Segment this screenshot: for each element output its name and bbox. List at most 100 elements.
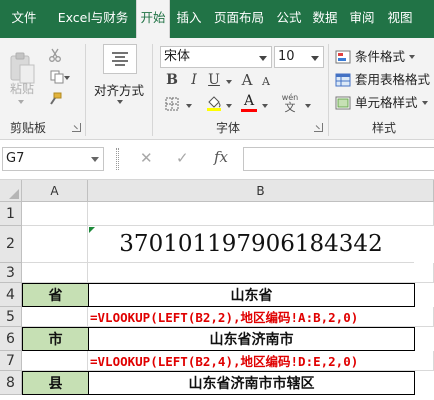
cell-a5[interactable] [22, 307, 88, 327]
tab-data[interactable]: 数据 [308, 0, 342, 38]
chevron-down-icon [91, 157, 99, 162]
cell-b5-province-formula[interactable]: =VLOOKUP(LEFT(B2,2),地区编码!A:B,2,0) [88, 307, 434, 327]
ribbon-tab-bar: 文件 Excel与财务 开始 插入 页面布局 公式 数据 审阅 视图 [0, 0, 434, 38]
column-header-a[interactable]: A [22, 180, 88, 202]
font-color-button[interactable]: A [240, 93, 258, 113]
font-color-swatch [241, 109, 257, 112]
alignment-button[interactable] [103, 44, 137, 74]
font-color-letter: A [243, 93, 255, 109]
font-size-value: 10 [278, 49, 295, 64]
tab-excel-finance[interactable]: Excel与财务 [52, 0, 134, 38]
row-header-5[interactable]: 5 [0, 307, 22, 327]
styles-group-label: 样式 [372, 121, 397, 135]
row-header-3[interactable]: 3 [0, 263, 22, 283]
italic-button[interactable]: I [185, 71, 203, 89]
cell-b1[interactable] [88, 202, 434, 226]
font-name-select[interactable]: 宋体 [160, 46, 272, 68]
alignment-dropdown-caret[interactable] [117, 100, 123, 104]
tab-view[interactable]: 视图 [382, 0, 418, 38]
row-header-2[interactable]: 2 [0, 226, 22, 263]
paste-label: 粘贴 [10, 82, 35, 96]
format-painter-icon [50, 92, 62, 105]
formula-bar-splitter[interactable] [116, 148, 119, 170]
name-box-value: G7 [6, 151, 25, 166]
group-divider [85, 44, 86, 136]
select-all-button[interactable] [0, 180, 22, 202]
cut-button[interactable] [44, 46, 66, 64]
cell-a4-province-label[interactable]: 省 [22, 283, 89, 307]
error-indicator-icon [89, 227, 95, 233]
bold-button[interactable]: B [163, 71, 181, 89]
cell-a2[interactable] [22, 226, 88, 263]
row-header-7[interactable]: 7 [0, 351, 22, 371]
formula-input[interactable] [243, 147, 434, 171]
tab-review[interactable]: 审阅 [344, 0, 380, 38]
borders-dropdown-caret[interactable] [186, 104, 192, 108]
chevron-down-icon [259, 56, 267, 61]
copy-button[interactable] [44, 68, 70, 86]
fill-color-button[interactable] [205, 93, 223, 113]
group-divider [152, 44, 153, 136]
chevron-down-icon [421, 101, 428, 105]
table-format-icon [335, 73, 351, 87]
paste-dropdown-caret[interactable] [18, 100, 24, 104]
column-header-b[interactable]: B [88, 180, 434, 202]
borders-icon [165, 97, 179, 111]
paint-bucket-icon [207, 96, 221, 111]
cell-a3[interactable] [22, 263, 88, 283]
format-as-table-button[interactable]: 套用表格格式 [333, 69, 430, 91]
conditional-format-icon [335, 50, 351, 64]
font-color-dropdown-caret[interactable] [262, 104, 268, 108]
tab-home[interactable]: 开始 [136, 0, 170, 38]
cell-b3[interactable] [88, 263, 434, 283]
cell-a7[interactable] [22, 351, 88, 371]
cancel-icon[interactable]: ✕ [140, 149, 153, 167]
tab-file[interactable]: 文件 [4, 0, 44, 38]
tab-formulas[interactable]: 公式 [272, 0, 306, 38]
cell-b8-county-value[interactable]: 山东省济南市市辖区 [88, 371, 415, 395]
fill-color-dropdown-caret[interactable] [226, 104, 232, 108]
row-header-6[interactable]: 6 [0, 327, 22, 351]
cell-a6-city-label[interactable]: 市 [22, 327, 89, 351]
cell-b4-province-value[interactable]: 山东省 [88, 283, 415, 307]
conditional-format-button[interactable]: 条件格式 [333, 46, 416, 68]
font-size-select[interactable]: 10 [274, 46, 324, 68]
cell-a1[interactable] [22, 202, 88, 226]
underline-dropdown-caret[interactable] [226, 80, 232, 84]
format-painter-button[interactable] [44, 90, 66, 108]
phonetic-dropdown-caret[interactable] [305, 104, 311, 108]
chevron-down-icon [311, 56, 319, 61]
decrease-font-size-button[interactable]: A [258, 73, 274, 89]
group-divider [328, 44, 329, 136]
row-header-1[interactable]: 1 [0, 202, 22, 226]
row-header-8[interactable]: 8 [0, 371, 22, 395]
tab-page-layout[interactable]: 页面布局 [208, 0, 270, 38]
tab-insert[interactable]: 插入 [172, 0, 206, 38]
copy-icon [50, 70, 64, 84]
conditional-format-label: 条件格式 [355, 49, 406, 64]
scissors-icon [49, 48, 61, 62]
alignment-label: 对齐方式 [94, 83, 145, 98]
row-header-4[interactable]: 4 [0, 283, 22, 307]
cell-styles-button[interactable]: 单元格样式 [333, 92, 428, 114]
clipboard-launcher-icon[interactable] [72, 123, 81, 132]
increase-font-size-button[interactable]: A [238, 71, 256, 89]
enter-icon[interactable]: ✓ [176, 149, 189, 167]
borders-button[interactable] [163, 95, 181, 113]
underline-button[interactable]: U [205, 71, 223, 89]
cell-b7-city-formula[interactable]: =VLOOKUP(LEFT(B2,4),地区编码!D:E,2,0) [88, 351, 434, 371]
copy-dropdown-caret[interactable] [64, 76, 70, 80]
font-name-value: 宋体 [164, 49, 191, 64]
clipboard-group-label: 剪贴板 [10, 121, 47, 135]
phonetic-guide-button[interactable]: wén 文 [279, 93, 301, 113]
format-as-table-label: 套用表格格式 [355, 72, 431, 87]
cell-styles-label: 单元格样式 [355, 95, 418, 110]
name-box[interactable]: G7 [2, 147, 104, 171]
cell-a8-county-label[interactable]: 县 [22, 371, 89, 395]
font-group-label: 字体 [216, 121, 241, 135]
insert-function-icon[interactable]: fx [214, 148, 228, 166]
cell-b6-city-value[interactable]: 山东省济南市 [88, 327, 415, 351]
chevron-down-icon [409, 55, 416, 59]
font-launcher-icon[interactable] [314, 123, 323, 132]
cell-b2-id-number[interactable]: 370101197906184342 [88, 226, 414, 263]
